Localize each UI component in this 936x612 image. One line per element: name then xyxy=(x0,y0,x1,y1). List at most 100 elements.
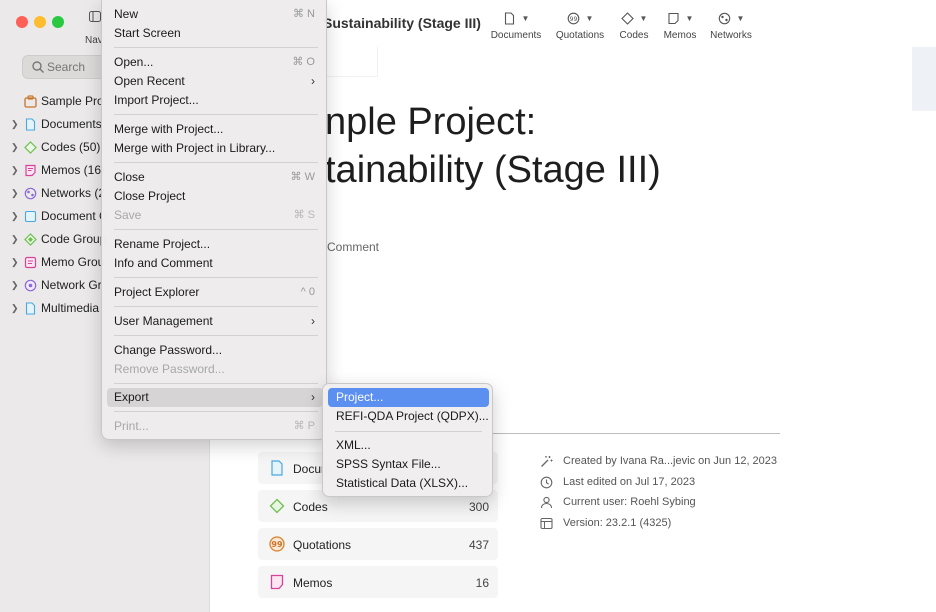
menu-separator xyxy=(114,335,318,336)
export-item-qdpx[interactable]: REFI-QDA Project (QDPX)... xyxy=(328,407,489,426)
file-menu: New ⌘ N Start Screen Open... ⌘ O Open Rece… xyxy=(101,0,327,440)
document-icon xyxy=(271,460,283,476)
meta-user-text: Current user: Roehl Sybing xyxy=(563,496,696,508)
menu-item-merge[interactable]: Merge with Project... xyxy=(107,120,323,139)
menu-separator xyxy=(114,229,318,230)
project-icon xyxy=(24,95,37,108)
menu-item-open-recent[interactable]: Open Recent › xyxy=(107,72,323,91)
tree-item-label: Sample Pro xyxy=(41,94,104,108)
menu-item-label: Export xyxy=(114,390,149,404)
menu-item-rename-project[interactable]: Rename Project... xyxy=(107,235,323,254)
stat-count: 437 xyxy=(468,538,489,552)
menu-item-save: Save ⌘ S xyxy=(107,206,323,225)
export-item-xlsx[interactable]: Statistical Data (XLSX)... xyxy=(328,474,489,493)
network-icon xyxy=(24,187,37,200)
chevron-right-icon[interactable]: ❯ xyxy=(11,205,19,228)
menu-item-import-project[interactable]: Import Project... xyxy=(107,91,323,110)
version-icon xyxy=(540,517,553,529)
menu-item-label: Start Screen xyxy=(114,26,181,40)
tree-item-label: Multimedia xyxy=(41,301,100,315)
menu-separator xyxy=(114,162,318,163)
chevron-right-icon[interactable]: ❯ xyxy=(11,182,19,205)
chevron-right-icon[interactable]: ❯ xyxy=(11,228,19,251)
chevron-right-icon: › xyxy=(311,314,315,328)
menu-item-label: Close xyxy=(114,170,145,184)
zoom-window-button[interactable] xyxy=(52,16,64,28)
minimize-window-button[interactable] xyxy=(34,16,46,28)
chevron-down-icon: ▼ xyxy=(639,13,648,23)
chevron-right-icon[interactable]: ❯ xyxy=(11,113,19,136)
export-submenu: Project... REFI-QDA Project (QDPX)... XM… xyxy=(322,383,493,497)
menu-item-close-project[interactable]: Close Project xyxy=(107,187,323,206)
shortcut-label: ⌘ N xyxy=(293,8,315,20)
tree-item-label: Code Group xyxy=(41,232,107,246)
menu-item-export[interactable]: Export › xyxy=(107,388,323,407)
menu-item-label: Save xyxy=(114,208,142,222)
menu-item-label: New xyxy=(114,7,139,21)
shortcut-label: ^ 0 xyxy=(300,286,315,298)
multimedia-icon xyxy=(25,302,36,315)
side-panel-strip xyxy=(912,47,936,111)
menu-item-label: Merge with Project... xyxy=(114,122,224,136)
export-item-xml[interactable]: XML... xyxy=(328,436,489,455)
export-item-spss[interactable]: SPSS Syntax File... xyxy=(328,455,489,474)
project-title-line-2: tainability (Stage III) xyxy=(325,149,661,191)
menu-item-start-screen[interactable]: Start Screen xyxy=(107,24,323,43)
menu-separator xyxy=(114,114,318,115)
menu-item-info-comment[interactable]: Info and Comment xyxy=(107,254,323,273)
stat-name: Memos xyxy=(293,576,333,590)
menu-separator xyxy=(114,411,318,412)
toolbar-button-label: Documents xyxy=(490,30,542,41)
chevron-right-icon[interactable]: ❯ xyxy=(11,297,19,320)
magic-wand-icon xyxy=(541,456,553,467)
code-icon xyxy=(269,498,285,514)
menu-item-user-management[interactable]: User Management › xyxy=(107,312,323,331)
project-title: nple Project: tainability (Stage III) xyxy=(325,98,661,194)
chevron-down-icon: ▼ xyxy=(521,13,530,23)
quotation-icon: 99 xyxy=(269,536,285,552)
toolbar-button-label: Networks xyxy=(710,30,752,41)
menu-item-remove-password: Remove Password... xyxy=(107,360,323,379)
menu-item-label: Open... xyxy=(114,55,154,69)
chevron-right-icon[interactable]: ❯ xyxy=(11,136,19,159)
menu-item-change-password[interactable]: Change Password... xyxy=(107,341,323,360)
menu-item-label: Open Recent xyxy=(114,74,185,88)
chevron-down-icon: ▼ xyxy=(585,13,594,23)
chevron-right-icon[interactable]: ❯ xyxy=(11,274,19,297)
toolbar-networks-button[interactable]: ▼ Networks xyxy=(699,11,763,41)
menu-item-merge-library[interactable]: Merge with Project in Library... xyxy=(107,139,323,158)
menu-item-project-explorer[interactable]: Project Explorer ^ 0 xyxy=(107,283,323,302)
info-comment-link[interactable]: Comment xyxy=(327,240,379,254)
quotation-icon: 99 xyxy=(567,12,579,24)
menu-item-new[interactable]: New ⌘ N xyxy=(107,5,323,24)
menu-item-label: Rename Project... xyxy=(114,237,211,251)
tree-item-label: Memo Grou xyxy=(41,255,105,269)
project-title-line-1: nple Project: xyxy=(325,101,537,143)
toolbar-documents-button[interactable]: ▼ Documents xyxy=(484,11,548,41)
document-icon xyxy=(504,11,514,25)
network-group-icon xyxy=(24,279,37,292)
memo-group-icon xyxy=(24,256,37,269)
shortcut-label: ⌘ P xyxy=(293,420,315,432)
tree-item-label: Memos (16) xyxy=(41,163,106,177)
tree-item-label: Network Gr xyxy=(41,278,102,292)
menu-item-close[interactable]: Close ⌘ W xyxy=(107,168,323,187)
stat-quotations[interactable]: 99 Quotations 437 xyxy=(258,528,498,560)
svg-text:99: 99 xyxy=(271,540,283,549)
menu-item-label: Print... xyxy=(114,419,149,433)
tree-item-label: Codes (50) xyxy=(41,140,101,154)
stat-memos[interactable]: Memos 16 xyxy=(258,566,498,598)
export-item-project[interactable]: Project... xyxy=(328,388,489,407)
chevron-down-icon: ▼ xyxy=(736,13,745,23)
menu-separator xyxy=(114,383,318,384)
code-group-icon xyxy=(24,233,37,246)
meta-edited-text: Last edited on Jul 17, 2023 xyxy=(563,475,696,488)
close-window-button[interactable] xyxy=(16,16,28,28)
menu-item-open[interactable]: Open... ⌘ O xyxy=(107,53,323,72)
chevron-right-icon: › xyxy=(311,390,315,404)
chevron-right-icon[interactable]: ❯ xyxy=(11,159,19,182)
meta-version: Version: 23.2.1 (4325) xyxy=(540,516,840,537)
chevron-right-icon[interactable]: ❯ xyxy=(11,251,19,274)
sidebar-icon xyxy=(89,11,101,22)
menu-item-label: Change Password... xyxy=(114,343,223,357)
